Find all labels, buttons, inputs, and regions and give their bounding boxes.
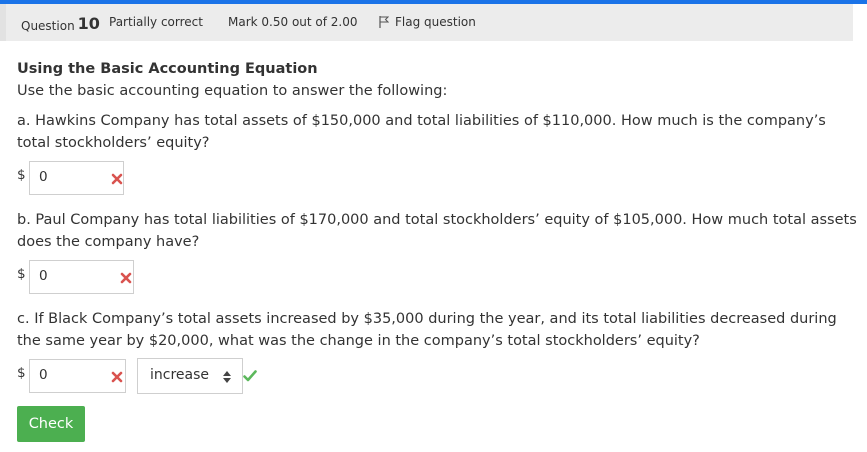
part-c-text-area: c. If Black Company’s total assets incre… [17, 308, 862, 352]
correct-icon [243, 370, 257, 382]
question-info-header: Question 10 Partially correct Mark 0.50 o… [0, 4, 853, 41]
question-title: Using the Basic Accounting Equation [17, 61, 318, 77]
question-mark: Mark 0.50 out of 2.00 [228, 15, 358, 29]
select-value: increase [150, 367, 210, 383]
check-button[interactable]: Check [17, 406, 85, 442]
part-c-currency: $ [17, 365, 26, 381]
incorrect-icon [120, 272, 132, 284]
part-c-text: c. If Black Company’s total assets incre… [17, 311, 837, 349]
question-number-label: Question 10 [21, 14, 100, 34]
flag-icon [379, 16, 389, 28]
part-b-input[interactable]: 0 [29, 260, 134, 294]
part-b-text-area: b. Paul Company has total liabilities of… [17, 209, 862, 253]
part-a-text: a. Hawkins Company has total assets of $… [17, 113, 826, 151]
flag-question-link[interactable]: Flag question [379, 15, 476, 29]
part-a-input[interactable]: 0 [29, 161, 124, 195]
question-text-area: Using the Basic Accounting Equation Use … [17, 58, 862, 154]
select-arrows-icon [223, 371, 231, 383]
part-b-currency: $ [17, 266, 26, 282]
incorrect-icon [111, 173, 123, 185]
question-prefix: Question [21, 19, 75, 33]
flag-question-label: Flag question [395, 15, 476, 29]
question-number: 10 [77, 14, 100, 33]
part-b-text: b. Paul Company has total liabilities of… [17, 212, 857, 250]
change-direction-select[interactable]: increase [137, 358, 243, 394]
question-status: Partially correct [109, 15, 203, 29]
question-intro: Use the basic accounting equation to ans… [17, 83, 448, 99]
part-a-currency: $ [17, 167, 26, 183]
incorrect-icon [111, 371, 123, 383]
